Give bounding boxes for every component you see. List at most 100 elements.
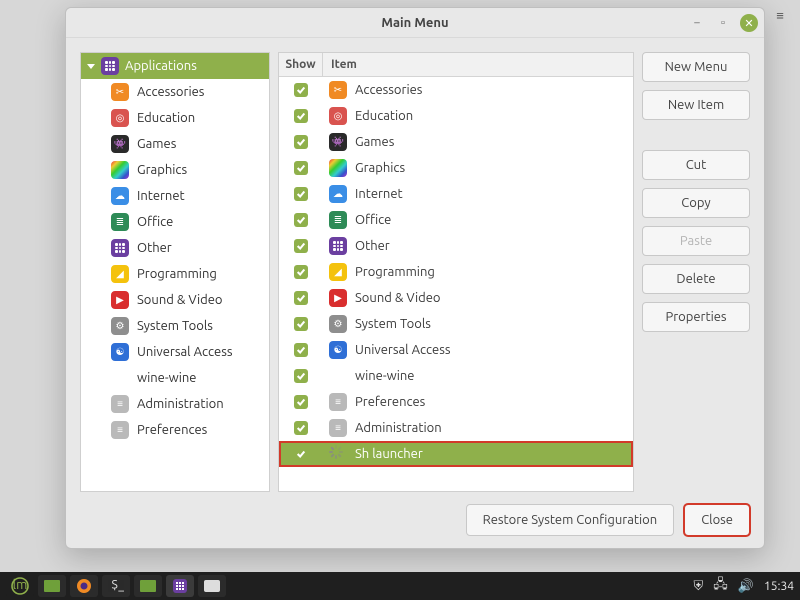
list-row[interactable]: ✂Accessories [279,77,633,103]
svg-text:$_: $_ [111,580,124,592]
volume-icon[interactable]: 🔊 [738,579,754,594]
show-checkbox[interactable] [294,109,308,123]
item-icon: ▶ [329,289,347,307]
item-icon: ≡ [329,419,347,437]
list-row[interactable]: ▶Sound & Video [279,285,633,311]
tree-item[interactable]: ≣Office [81,209,269,235]
network-icon[interactable]: 🖧 [713,575,728,597]
item-label: Administration [355,421,442,435]
list-row[interactable]: Graphics [279,155,633,181]
delete-button[interactable]: Delete [642,264,750,294]
item-icon [329,159,347,177]
cut-button[interactable]: Cut [642,150,750,180]
tree-header-applications[interactable]: Applications [81,53,269,79]
titlebar[interactable]: Main Menu – ▫ ✕ [66,8,764,38]
paste-button[interactable]: Paste [642,226,750,256]
window-controls: – ▫ ✕ [688,8,758,38]
tree-item-label: Preferences [137,423,207,437]
close-button[interactable]: Close [684,504,750,536]
item-label: Education [355,109,413,123]
list-rows[interactable]: ✂Accessories◎Education👾GamesGraphics☁Int… [279,77,633,491]
list-row[interactable]: ◢Programming [279,259,633,285]
show-checkbox[interactable] [294,421,308,435]
list-row[interactable]: Other [279,233,633,259]
column-header-show[interactable]: Show [279,53,323,76]
tree-item[interactable]: ☁Internet [81,183,269,209]
show-checkbox[interactable] [294,135,308,149]
show-checkbox[interactable] [294,187,308,201]
tree-item-label: Games [137,137,176,151]
taskbar-firefox[interactable] [70,575,98,597]
tree-item[interactable]: ◢Programming [81,261,269,287]
item-label: Other [355,239,390,253]
taskbar-files[interactable] [38,575,66,597]
list-row[interactable]: Sh launcher [279,441,633,467]
list-row[interactable]: ≡ Administration [279,415,633,441]
tree-item-label: Universal Access [137,345,232,359]
taskbar-terminal[interactable]: $_ [102,575,130,597]
new-menu-button[interactable]: New Menu [642,52,750,82]
item-icon: 👾 [329,133,347,151]
tree-item[interactable]: ▶Sound & Video [81,287,269,313]
show-checkbox[interactable] [294,291,308,305]
show-checkbox[interactable] [294,447,308,461]
new-item-button[interactable]: New Item [642,90,750,120]
clock[interactable]: 15:34 [764,580,794,593]
list-row[interactable]: ☯Universal Access [279,337,633,363]
tree-item[interactable]: ☯Universal Access [81,339,269,365]
list-row[interactable]: ≣Office [279,207,633,233]
list-row[interactable]: ≡ Preferences [279,389,633,415]
shield-icon[interactable]: ⛨ [694,579,704,594]
window-close-button[interactable]: ✕ [740,14,758,32]
tree-item[interactable]: Other [81,235,269,261]
window-minimize-icon[interactable]: – [688,14,706,32]
category-icon [111,369,129,387]
list-row[interactable]: ◎Education [279,103,633,129]
show-checkbox[interactable] [294,161,308,175]
show-checkbox[interactable] [294,369,308,383]
list-row[interactable]: wine-wine [279,363,633,389]
item-label: wine-wine [355,369,414,383]
window-maximize-icon[interactable]: ▫ [714,14,732,32]
taskbar[interactable]: lm $_ ⛨ 🖧 🔊 15:34 [0,572,800,600]
list-row[interactable]: ⚙System Tools [279,311,633,337]
show-checkbox[interactable] [294,317,308,331]
category-tree[interactable]: Applications ✂Accessories◎Education 👾 Game… [80,52,270,492]
taskbar-folder[interactable] [134,575,162,597]
window-title: Main Menu [381,16,448,30]
show-checkbox[interactable] [294,213,308,227]
chevron-down-icon [87,64,95,69]
tree-item[interactable]: wine-wine [81,365,269,391]
show-checkbox[interactable] [294,395,308,409]
properties-button[interactable]: Properties [642,302,750,332]
show-checkbox[interactable] [294,265,308,279]
copy-button[interactable]: Copy [642,188,750,218]
restore-button[interactable]: Restore System Configuration [466,504,675,536]
tree-item[interactable]: ✂Accessories [81,79,269,105]
item-label: Preferences [355,395,425,409]
item-icon: ≡ [329,393,347,411]
tree-item[interactable]: ◎Education [81,105,269,131]
show-checkbox[interactable] [294,343,308,357]
category-icon: 👾 [111,135,129,153]
tree-item[interactable]: Graphics [81,157,269,183]
tree-item-label: wine-wine [137,371,196,385]
tree-item[interactable]: ⚙System Tools [81,313,269,339]
show-checkbox[interactable] [294,83,308,97]
column-header-item[interactable]: Item [323,53,633,76]
item-icon [329,237,347,255]
category-icon: ≡ [111,395,129,413]
list-row[interactable]: ☁Internet [279,181,633,207]
tray: ⛨ 🖧 🔊 15:34 [694,575,794,597]
show-checkbox[interactable] [294,239,308,253]
menu-button[interactable]: lm [6,575,34,597]
hamburger-icon[interactable]: ≡ [772,7,788,23]
item-list: Show Item ✂Accessories◎Education👾GamesGr… [278,52,634,492]
tree-item[interactable]: ≡Preferences [81,417,269,443]
taskbar-main-menu[interactable] [166,575,194,597]
tree-item[interactable]: ≡Administration [81,391,269,417]
list-row[interactable]: 👾Games [279,129,633,155]
taskbar-other[interactable] [198,575,226,597]
tree-item[interactable]: 👾 Games [81,131,269,157]
category-icon [111,161,129,179]
